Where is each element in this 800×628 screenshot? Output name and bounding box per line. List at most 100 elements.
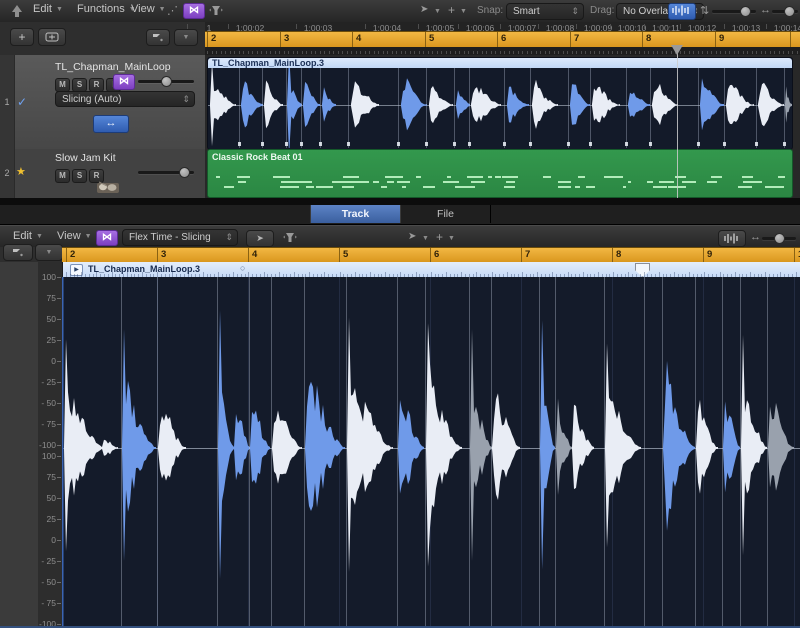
- ruler-tick: [378, 51, 379, 54]
- track-sort-button[interactable]: [146, 29, 170, 46]
- ruler-tick: [648, 51, 649, 54]
- audio-region[interactable]: TL_Chapman_MainLoop.3: [207, 57, 793, 150]
- view-menu-label: View: [131, 3, 155, 15]
- flex-algorithm-dropdown[interactable]: Slicing (Auto) ⇕: [55, 91, 195, 107]
- pane-divider[interactable]: [0, 198, 800, 205]
- editor-region-menu-button[interactable]: [3, 244, 33, 261]
- crosshair-tool-button[interactable]: +: [448, 3, 455, 17]
- chevron-down-icon[interactable]: ▼: [434, 8, 441, 15]
- scale-tick: [57, 603, 61, 604]
- midi-note: [238, 181, 246, 183]
- midi-note: [385, 176, 390, 178]
- solo-button[interactable]: S: [72, 78, 87, 92]
- tab-file[interactable]: File: [400, 205, 491, 223]
- mute-button[interactable]: M: [55, 78, 70, 92]
- ruler-tick: [680, 51, 681, 54]
- vertical-zoom-knob[interactable]: [740, 6, 751, 17]
- solo-button[interactable]: S: [72, 169, 87, 183]
- chevron-down-icon[interactable]: ▼: [448, 235, 455, 242]
- flex-mode-button[interactable]: ⋈: [183, 3, 205, 19]
- ruler-tick: [554, 51, 555, 54]
- horizontal-zoom-icon: ↔: [750, 231, 761, 243]
- ruler-tick: [558, 51, 559, 54]
- track-name[interactable]: Slow Jam Kit: [55, 152, 116, 164]
- volume-knob[interactable]: [161, 76, 172, 87]
- ruler-tick: [450, 51, 451, 54]
- track-zoom-preset-button[interactable]: ▼: [174, 29, 198, 46]
- ruler-tick: [540, 51, 541, 54]
- ruler-tick: [644, 51, 645, 54]
- bar-line: [280, 32, 281, 48]
- editor-view-menu[interactable]: View▼: [50, 227, 99, 245]
- chevron-down-icon[interactable]: ▼: [422, 235, 429, 242]
- midi-note: [504, 186, 515, 188]
- editor-region-strip[interactable]: ▶ TL_Chapman_MainLoop.3 ○: [62, 262, 800, 278]
- chevron-down-icon: ▼: [46, 249, 53, 256]
- ruler-tick: [432, 51, 433, 54]
- ruler-tick: [594, 51, 595, 54]
- bar-line: [612, 248, 613, 263]
- editor-zoom-preset-button[interactable]: ▼: [35, 244, 63, 261]
- editor-crosshair-tool[interactable]: +: [436, 230, 443, 244]
- midi-note: [744, 181, 762, 183]
- track-flex-button[interactable]: ⋈: [113, 74, 135, 90]
- editor-hzoom-knob[interactable]: [774, 233, 785, 244]
- tab-track[interactable]: Track: [310, 205, 401, 223]
- midi-note: [350, 181, 364, 183]
- ruler-tick: [270, 51, 271, 54]
- editor-edit-menu[interactable]: Edit▼: [6, 227, 50, 245]
- chevron-down-icon[interactable]: ▼: [460, 8, 467, 15]
- editor-waveform-area[interactable]: [62, 277, 800, 626]
- mute-button[interactable]: M: [55, 169, 70, 183]
- scale-value: 75: [47, 293, 56, 303]
- add-track-button[interactable]: +: [10, 28, 34, 46]
- nudge-cursor-icon[interactable]: [10, 4, 24, 18]
- flex-mode-value: Flex Time - Slicing: [123, 232, 225, 243]
- region-loop-icon[interactable]: ○: [240, 263, 245, 273]
- midi-region[interactable]: Classic Rock Beat 01: [207, 149, 793, 198]
- drag-mode-icon[interactable]: ⋰: [167, 4, 178, 17]
- track-enable-checkbox[interactable]: ✓: [17, 95, 27, 109]
- ruler-tick: [491, 51, 492, 54]
- track-star-icon[interactable]: ★: [16, 165, 26, 178]
- ruler-tick: [770, 51, 771, 54]
- ruler-tick: [495, 51, 496, 54]
- ruler-tick: [761, 51, 762, 54]
- ruler-tick: [293, 51, 294, 54]
- ruler-tick: [459, 51, 460, 54]
- scale-value: 75: [47, 472, 56, 482]
- snap-dropdown[interactable]: Smart ⇕: [506, 3, 584, 20]
- editor-filter-icon[interactable]: [282, 232, 298, 244]
- ruler-tick: [711, 51, 712, 54]
- ruler-tick: [518, 51, 519, 54]
- track-lanes[interactable]: TL_Chapman_MainLoop.3 Classic Rock Beat …: [205, 55, 800, 198]
- track-name[interactable]: TL_Chapman_MainLoop: [55, 61, 171, 73]
- editor-waveform-zoom-button[interactable]: [718, 230, 746, 247]
- midi-note: [316, 186, 332, 188]
- pointer-tool-button[interactable]: ➤: [420, 4, 428, 15]
- record-button[interactable]: R: [89, 78, 104, 92]
- ruler-tick: [275, 51, 276, 54]
- flex-mode-dropdown[interactable]: Flex Time - Slicing ⇕: [122, 229, 238, 246]
- ruler-tick: [338, 51, 339, 54]
- ruler-tick: [603, 51, 604, 54]
- duplicate-track-button[interactable]: [38, 28, 66, 46]
- waveform-zoom-button[interactable]: [668, 3, 696, 20]
- ruler-tick: [657, 51, 658, 54]
- catch-playhead-button[interactable]: ➤: [246, 230, 274, 247]
- edit-menu[interactable]: Edit▼: [26, 0, 70, 18]
- functions-menu-label: Functions: [77, 3, 125, 15]
- flex-range-button[interactable]: ↔: [93, 115, 129, 133]
- horizontal-zoom-knob[interactable]: [784, 6, 795, 17]
- ruler-tick: [486, 51, 487, 54]
- ruler-tick: [324, 51, 325, 54]
- track-header-2[interactable]: 2 ★ Slow Jam Kit MSR: [0, 149, 205, 199]
- midi-note: [670, 181, 674, 183]
- ruler-tick: [522, 51, 523, 54]
- editor-flex-button[interactable]: ⋈: [96, 230, 118, 246]
- view-menu[interactable]: View▼: [124, 0, 173, 18]
- filter-icon[interactable]: [208, 5, 224, 17]
- editor-pointer-tool[interactable]: ➤: [408, 231, 416, 242]
- volume-knob[interactable]: [179, 167, 190, 178]
- track-header-1[interactable]: 1 ✓ TL_Chapman_MainLoop MSRI ⋈ Slicing (…: [0, 55, 205, 150]
